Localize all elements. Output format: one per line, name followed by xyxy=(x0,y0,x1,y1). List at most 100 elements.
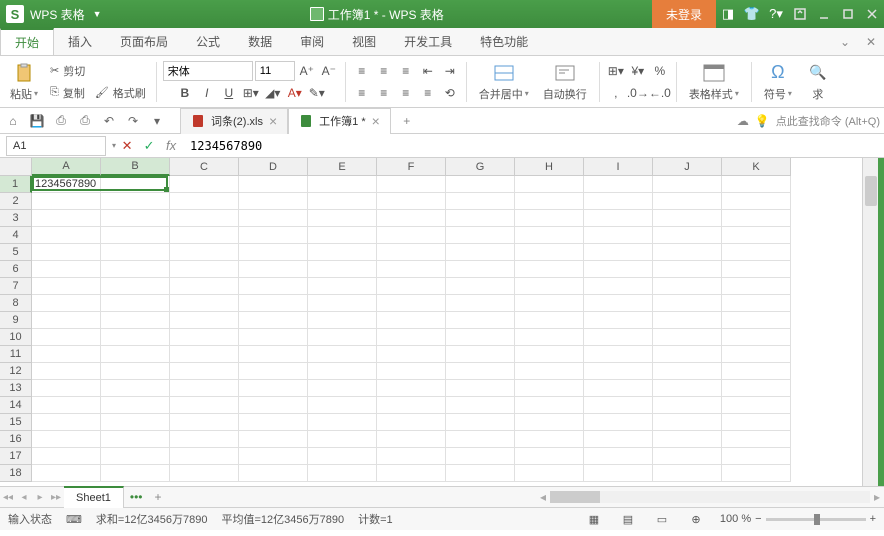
column-header[interactable]: I xyxy=(584,158,653,176)
sheet-nav-next[interactable]: ▸ xyxy=(32,492,48,503)
font-size-combo[interactable] xyxy=(255,61,295,81)
number-format-icon[interactable]: ⊞▾ xyxy=(606,61,626,81)
row-header[interactable]: 6 xyxy=(0,261,32,278)
close-tab-icon[interactable]: × xyxy=(372,113,380,129)
cell[interactable] xyxy=(584,346,653,363)
redo-icon[interactable]: ↷ xyxy=(124,112,142,130)
underline-button[interactable]: U xyxy=(219,83,239,103)
cell[interactable] xyxy=(170,329,239,346)
cell[interactable] xyxy=(653,193,722,210)
cell[interactable] xyxy=(239,363,308,380)
menu-tab-0[interactable]: 开始 xyxy=(0,28,54,55)
cell[interactable] xyxy=(101,363,170,380)
cell[interactable] xyxy=(170,414,239,431)
cell[interactable] xyxy=(32,431,101,448)
menu-tab-1[interactable]: 插入 xyxy=(54,28,106,55)
cell[interactable] xyxy=(308,346,377,363)
cell[interactable] xyxy=(584,210,653,227)
cell[interactable] xyxy=(239,465,308,482)
cell[interactable] xyxy=(653,278,722,295)
cell[interactable] xyxy=(101,346,170,363)
close-tab-icon[interactable]: × xyxy=(269,113,277,129)
cell[interactable] xyxy=(584,176,653,193)
cell[interactable] xyxy=(308,227,377,244)
close-button[interactable] xyxy=(860,0,884,28)
cell[interactable] xyxy=(377,210,446,227)
cell[interactable] xyxy=(446,227,515,244)
cell[interactable] xyxy=(377,295,446,312)
cell[interactable] xyxy=(32,227,101,244)
font-color-button[interactable]: A▾ xyxy=(285,83,305,103)
cell[interactable] xyxy=(584,465,653,482)
command-search[interactable]: 点此查找命令 (Alt+Q) xyxy=(776,113,880,129)
cell[interactable] xyxy=(653,261,722,278)
increase-decimal-icon[interactable]: .0→ xyxy=(628,83,648,103)
cell[interactable] xyxy=(308,380,377,397)
cell[interactable] xyxy=(377,261,446,278)
cell[interactable] xyxy=(653,176,722,193)
justify-icon[interactable]: ≡ xyxy=(418,83,438,103)
cell[interactable] xyxy=(584,295,653,312)
sheet-nav-first[interactable]: ◂◂ xyxy=(0,492,16,503)
cell[interactable] xyxy=(653,397,722,414)
row-header[interactable]: 2 xyxy=(0,193,32,210)
row-header[interactable]: 11 xyxy=(0,346,32,363)
cell[interactable] xyxy=(239,210,308,227)
save-icon[interactable]: 💾 xyxy=(28,112,46,130)
cut-button[interactable]: ✂剪切 xyxy=(46,61,150,81)
cell[interactable] xyxy=(377,329,446,346)
cell[interactable] xyxy=(239,397,308,414)
cell[interactable] xyxy=(308,278,377,295)
cell[interactable] xyxy=(515,414,584,431)
cell[interactable] xyxy=(101,261,170,278)
page-layout-icon[interactable]: ▤ xyxy=(618,511,638,527)
cell[interactable] xyxy=(101,414,170,431)
cell[interactable] xyxy=(170,261,239,278)
cell[interactable] xyxy=(101,193,170,210)
cell[interactable] xyxy=(722,193,791,210)
cell[interactable] xyxy=(377,414,446,431)
cell[interactable] xyxy=(170,312,239,329)
column-header[interactable]: H xyxy=(515,158,584,176)
cell[interactable] xyxy=(584,244,653,261)
cell[interactable] xyxy=(584,414,653,431)
undo-icon[interactable]: ↶ xyxy=(100,112,118,130)
cell[interactable] xyxy=(32,295,101,312)
cell[interactable] xyxy=(446,176,515,193)
cell[interactable] xyxy=(722,176,791,193)
fx-icon[interactable]: fx xyxy=(160,138,182,153)
cell[interactable] xyxy=(32,414,101,431)
cell[interactable] xyxy=(308,210,377,227)
row-header[interactable]: 7 xyxy=(0,278,32,295)
cell[interactable] xyxy=(308,448,377,465)
cell[interactable] xyxy=(446,210,515,227)
row-header[interactable]: 1 xyxy=(0,176,32,193)
cell[interactable] xyxy=(515,261,584,278)
cell[interactable] xyxy=(308,176,377,193)
decrease-decimal-icon[interactable]: ←.0 xyxy=(650,83,670,103)
comma-icon[interactable]: , xyxy=(606,83,626,103)
cell[interactable] xyxy=(515,312,584,329)
cell[interactable] xyxy=(515,244,584,261)
cell[interactable] xyxy=(584,227,653,244)
align-left-icon[interactable]: ≡ xyxy=(352,83,372,103)
normal-view-icon[interactable]: ▦ xyxy=(584,511,604,527)
row-header[interactable]: 16 xyxy=(0,431,32,448)
cell[interactable] xyxy=(515,295,584,312)
copy-button[interactable]: ⎘复制 xyxy=(46,83,89,103)
cell[interactable] xyxy=(239,414,308,431)
cell[interactable] xyxy=(101,244,170,261)
cell[interactable] xyxy=(32,346,101,363)
cell[interactable] xyxy=(308,431,377,448)
cell[interactable] xyxy=(308,261,377,278)
menu-tab-5[interactable]: 审阅 xyxy=(286,28,338,55)
increase-font-icon[interactable]: A⁺ xyxy=(297,61,317,81)
page-break-icon[interactable]: ▭ xyxy=(652,511,672,527)
format-painter-button[interactable]: 🖌格式刷 xyxy=(91,83,150,103)
indent-decrease-icon[interactable]: ⇤ xyxy=(418,61,438,81)
tshirt-icon[interactable]: 👕 xyxy=(740,0,764,28)
cell[interactable] xyxy=(32,261,101,278)
cell[interactable] xyxy=(515,380,584,397)
cell[interactable] xyxy=(308,312,377,329)
cell[interactable] xyxy=(377,380,446,397)
